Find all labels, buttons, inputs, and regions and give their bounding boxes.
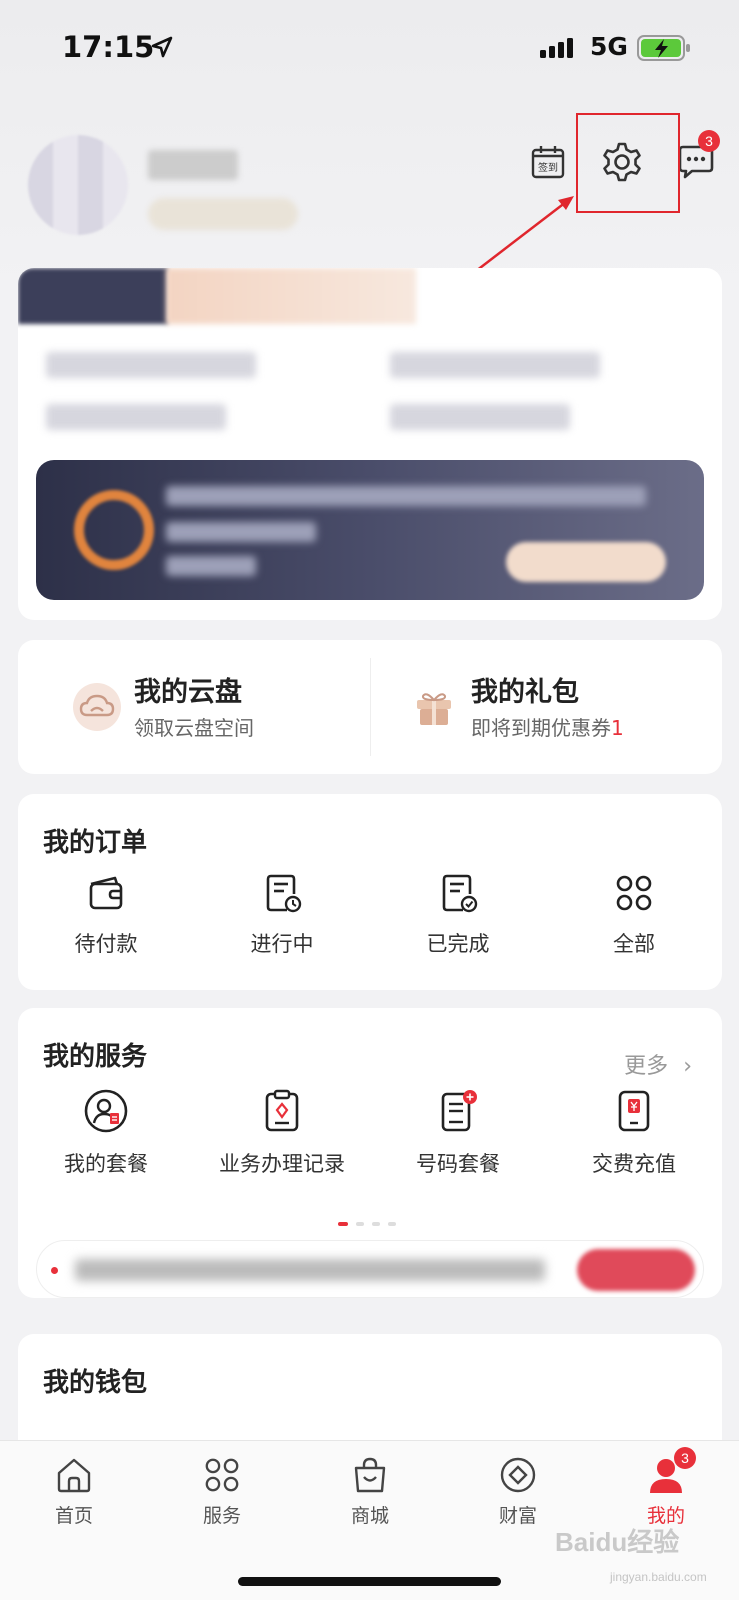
- doc-check-icon: [442, 874, 478, 913]
- page-dot: [356, 1222, 364, 1226]
- service-label: 交费充值: [592, 1152, 676, 1176]
- status-bar: 17:15 5G: [0, 0, 739, 100]
- quick-links-card: 我的云盘 领取云盘空间 我的礼包 即将到期优惠券1: [18, 640, 722, 774]
- watermark-domain: jingyan.baidu.com: [610, 1570, 707, 1584]
- quick-link-subtitle-text: 即将到期优惠券: [471, 716, 611, 740]
- order-pending-payment[interactable]: 待付款: [18, 872, 194, 958]
- doc-clock-icon: [266, 874, 302, 913]
- quick-link-subtitle: 即将到期优惠券1: [471, 712, 624, 741]
- order-in-progress[interactable]: 进行中: [194, 872, 370, 958]
- sim-package-icon: [441, 1090, 477, 1132]
- signin-calendar-icon[interactable]: 签到: [530, 144, 566, 180]
- service-my-package[interactable]: 我的套餐: [18, 1088, 194, 1178]
- watermark-brand: Baidu经验: [555, 1527, 680, 1557]
- diamond-coin-icon: [500, 1457, 536, 1493]
- order-label: 全部: [613, 932, 655, 956]
- member-tag-redacted: [148, 198, 298, 230]
- location-arrow-icon: [151, 36, 173, 58]
- service-notice-bar[interactable]: [36, 1240, 704, 1298]
- wallet-title: 我的钱包: [43, 1368, 148, 1398]
- battery-charging-icon: [637, 35, 690, 61]
- quick-link-title: 我的云盘: [134, 677, 242, 708]
- tab-mine-badge: 3: [674, 1447, 696, 1469]
- home-indicator[interactable]: [238, 1577, 501, 1586]
- more-label: 更多: [624, 1054, 669, 1079]
- phone-recharge-icon: [618, 1090, 650, 1132]
- cloud-icon: [73, 683, 121, 731]
- service-business-records[interactable]: 业务办理记录: [194, 1088, 370, 1178]
- usage-banner-redacted: [36, 460, 704, 600]
- banner-text-redacted: [166, 556, 256, 576]
- home-icon: [57, 1458, 91, 1493]
- order-label: 待付款: [74, 932, 138, 956]
- service-label: 号码套餐: [416, 1152, 500, 1176]
- services-more-link[interactable]: 更多 ›: [624, 1048, 692, 1080]
- shopping-bag-icon: [354, 1457, 386, 1493]
- page-dot: [372, 1222, 380, 1226]
- order-label: 已完成: [426, 932, 490, 956]
- services-card: 我的服务 更多 › 我的套餐 业务办理记录 号码套餐 交费充值: [18, 1008, 722, 1298]
- plan-detail-redacted: [390, 404, 570, 430]
- gift-pack-entry[interactable]: 我的礼包 即将到期优惠券1: [355, 640, 685, 774]
- cloud-disk-entry[interactable]: 我的云盘 领取云盘空间: [18, 640, 348, 774]
- status-time: 17:15: [62, 30, 155, 64]
- service-label: 我的套餐: [64, 1152, 148, 1176]
- tab-label: 服务: [202, 1505, 241, 1527]
- quick-link-subtitle-text: 领取云盘空间: [134, 716, 254, 740]
- subscription-card-redacted: [18, 268, 722, 620]
- quick-link-subtitle: 领取云盘空间: [134, 712, 254, 741]
- page-dot: [338, 1222, 348, 1226]
- banner-button-redacted[interactable]: [506, 542, 666, 582]
- tab-home[interactable]: 首页: [0, 1455, 148, 1528]
- signal-icon: [540, 38, 573, 58]
- tab-label: 商城: [350, 1505, 389, 1527]
- tab-label: 首页: [54, 1505, 93, 1527]
- notice-text-redacted: [75, 1259, 545, 1281]
- order-label: 进行中: [250, 932, 314, 956]
- plan-detail-redacted: [46, 404, 226, 430]
- grid-icon: [616, 875, 652, 911]
- service-number-package[interactable]: 号码套餐: [370, 1088, 546, 1178]
- banner-text-redacted: [166, 486, 646, 506]
- message-badge: 3: [698, 130, 720, 152]
- network-type: 5G: [590, 32, 628, 61]
- page-dot: [388, 1222, 396, 1226]
- tab-wealth[interactable]: 财富: [444, 1455, 592, 1528]
- plan-detail-redacted: [46, 352, 256, 378]
- avatar[interactable]: [28, 135, 128, 235]
- signin-label: 签到: [538, 161, 558, 174]
- banner-text-redacted: [166, 522, 316, 542]
- gift-icon: [410, 683, 458, 731]
- tab-mall[interactable]: 商城: [296, 1455, 444, 1528]
- user-package-icon: [84, 1089, 128, 1133]
- username-redacted: [148, 150, 238, 180]
- quick-link-title: 我的礼包: [471, 677, 579, 708]
- plan-detail-redacted: [390, 352, 600, 378]
- clipboard-icon: [265, 1089, 299, 1132]
- annotation-highlight-box: [576, 113, 680, 213]
- tab-mine[interactable]: 我的: [592, 1455, 739, 1528]
- usage-ring-redacted: [74, 490, 154, 570]
- notice-dot: [51, 1267, 58, 1274]
- order-all[interactable]: 全部: [546, 872, 722, 958]
- chevron-right-icon: ›: [683, 1054, 692, 1079]
- order-completed[interactable]: 已完成: [370, 872, 546, 958]
- service-recharge[interactable]: 交费充值: [546, 1088, 722, 1178]
- services-title: 我的服务: [43, 1042, 148, 1072]
- wallet-card: 我的钱包: [18, 1334, 722, 1454]
- notice-action-button-redacted[interactable]: [577, 1249, 695, 1291]
- grid-icon: [205, 1458, 239, 1492]
- subscription-tab-redacted: [18, 268, 168, 324]
- carousel-pagination: [338, 1222, 396, 1226]
- tab-services[interactable]: 服务: [148, 1455, 296, 1528]
- membership-tab-redacted: [166, 268, 416, 324]
- service-label: 业务办理记录: [219, 1152, 345, 1176]
- orders-card: 我的订单 待付款 进行中 已完成 全部: [18, 794, 722, 990]
- orders-title: 我的订单: [43, 828, 148, 858]
- wallet-icon: [89, 876, 123, 910]
- coupon-count: 1: [611, 716, 624, 740]
